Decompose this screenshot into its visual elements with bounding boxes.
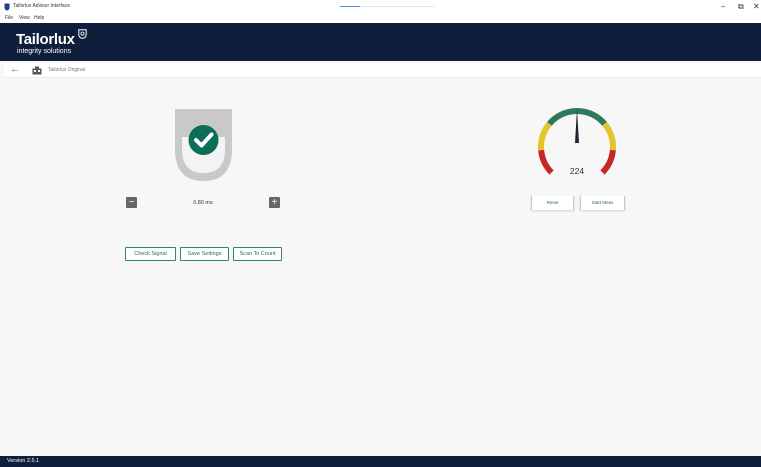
brand-logo-text: Tailorlux	[16, 31, 75, 48]
gauge-value-label: 224	[570, 166, 584, 176]
brand-header: Tailorlux integrity solutions	[0, 23, 761, 61]
device-icon	[32, 66, 42, 75]
gauge-zone-low-yellow	[538, 121, 552, 151]
check-circle-icon	[188, 125, 219, 155]
save-settings-button[interactable]: Save Settings	[180, 247, 229, 261]
start-measurement-button[interactable]: Start Meas	[580, 196, 625, 210]
breadcrumb: ← Tailorlux Original	[4, 63, 761, 78]
version-label: Version 2.5.1	[7, 458, 40, 464]
device-label: Tailorlux Original	[48, 67, 85, 73]
close-button[interactable]: ✕	[753, 2, 760, 12]
window-title: Tailorlux Advisor Interface	[13, 3, 70, 9]
scan-to-count-button[interactable]: Scan To Count	[233, 247, 282, 261]
minus-icon: −	[128, 197, 135, 208]
gauge-zone-low-red	[538, 149, 554, 175]
menu-file[interactable]: File	[5, 15, 13, 21]
decrease-button[interactable]: −	[126, 197, 137, 208]
signal-status-indicator	[175, 109, 232, 181]
check-signal-button[interactable]: Check Signal	[125, 247, 176, 261]
restore-button[interactable]: ⧉	[738, 2, 744, 12]
title-progress-bar	[340, 6, 435, 7]
gauge-zone-high-red	[600, 149, 616, 175]
signal-gauge: 224	[538, 108, 616, 176]
app-window: Tailorlux Advisor Interface – ⧉ ✕ File V…	[0, 0, 761, 467]
menu-bar: File View Help	[0, 14, 761, 23]
brand-tagline: integrity solutions	[17, 48, 72, 55]
app-shield-icon	[4, 3, 10, 11]
brand-shield-icon	[78, 29, 87, 39]
menu-view[interactable]: View	[19, 15, 30, 21]
title-progress-fill	[340, 6, 360, 7]
gauge-needle	[575, 109, 579, 143]
increase-button[interactable]: +	[269, 197, 280, 208]
pulse-duration-value: 0.80 ms	[193, 200, 213, 206]
title-bar: Tailorlux Advisor Interface – ⧉ ✕	[0, 0, 761, 14]
menu-help[interactable]: Help	[34, 15, 44, 21]
status-bar: Version 2.5.1	[0, 456, 761, 467]
plus-icon: +	[271, 197, 278, 208]
back-button[interactable]: ←	[10, 64, 20, 76]
gauge-zone-high-yellow	[602, 121, 616, 151]
minimize-button[interactable]: –	[721, 2, 725, 12]
reset-button[interactable]: Reset	[531, 196, 574, 210]
